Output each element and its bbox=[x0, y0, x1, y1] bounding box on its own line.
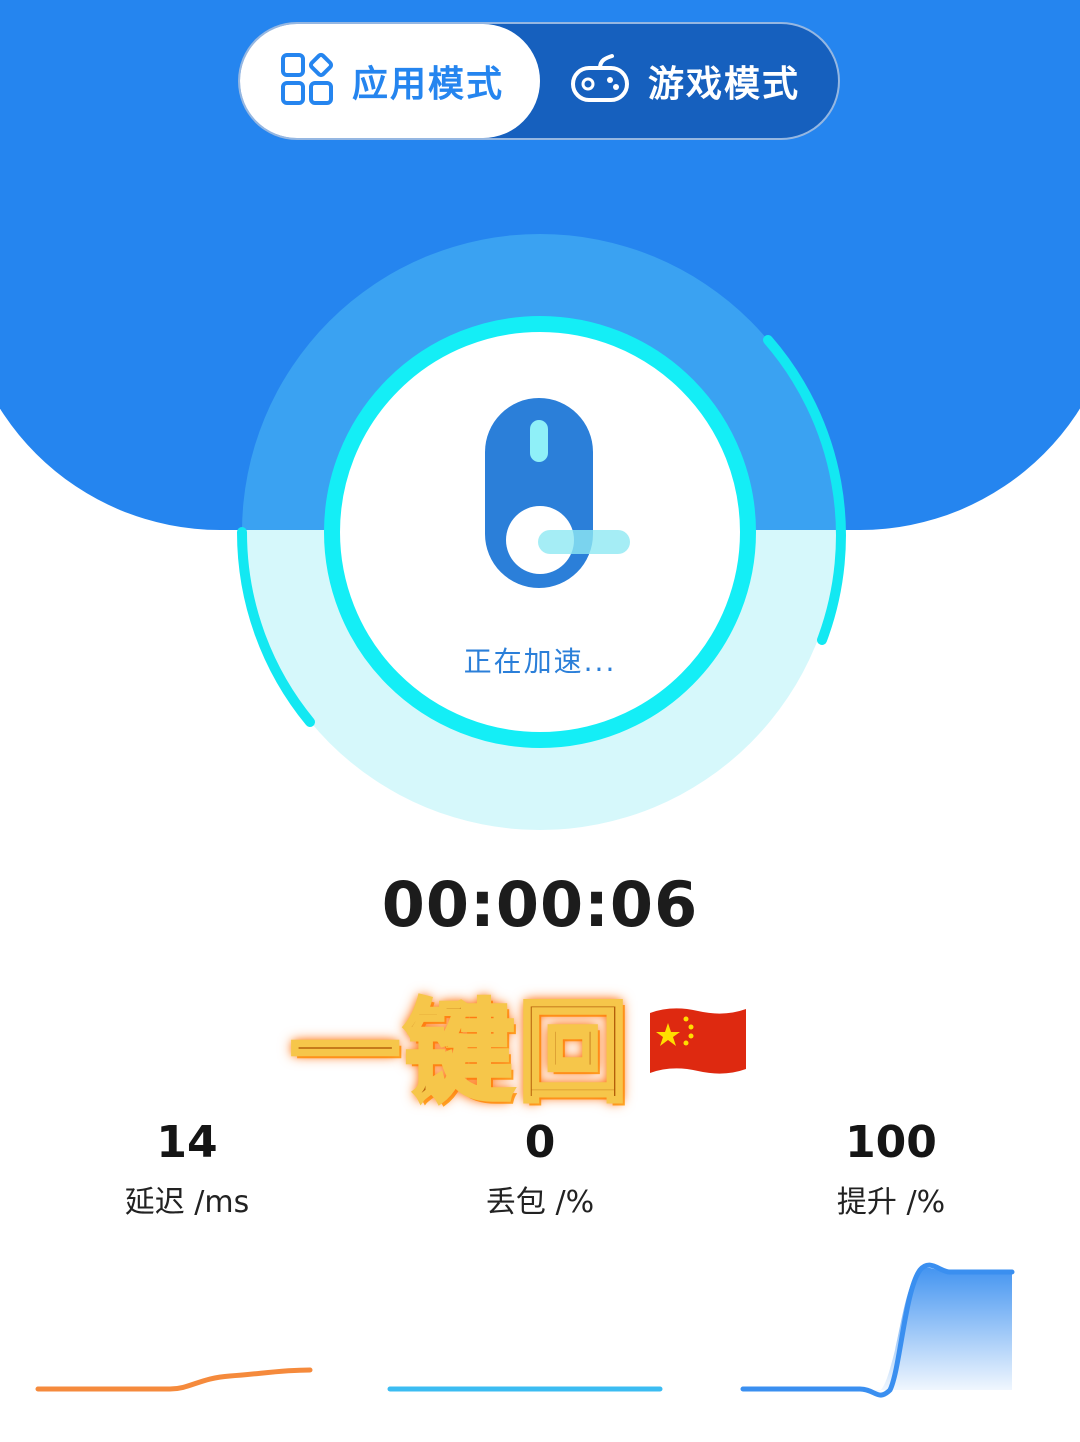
latency-stat: 14 延迟 /ms bbox=[57, 1115, 317, 1221]
banner-text: 一键回 bbox=[288, 986, 632, 1119]
boost-stat: 100 提升 /% bbox=[761, 1115, 1021, 1221]
boost-value: 100 bbox=[845, 1117, 937, 1168]
packet-loss-value: 0 bbox=[524, 1117, 556, 1168]
latency-label: 延迟 /ms bbox=[124, 1185, 250, 1220]
boost-sparkline bbox=[740, 1262, 1015, 1398]
china-flag-icon bbox=[646, 1003, 750, 1083]
accelerator-gauge bbox=[236, 234, 846, 830]
packet-loss-stat: 0 丢包 /% bbox=[410, 1115, 670, 1221]
latency-value: 14 bbox=[156, 1117, 218, 1168]
accelerating-status: 正在加速... bbox=[463, 645, 617, 678]
boost-label: 提升 /% bbox=[836, 1185, 946, 1220]
packet-loss-label: 丢包 /% bbox=[485, 1185, 595, 1220]
session-timer: 00:00:06 bbox=[381, 868, 699, 941]
overlay-banner: 一键回 bbox=[288, 978, 750, 1119]
latency-sparkline bbox=[35, 1367, 313, 1392]
packet-loss-sparkline bbox=[387, 1386, 663, 1392]
